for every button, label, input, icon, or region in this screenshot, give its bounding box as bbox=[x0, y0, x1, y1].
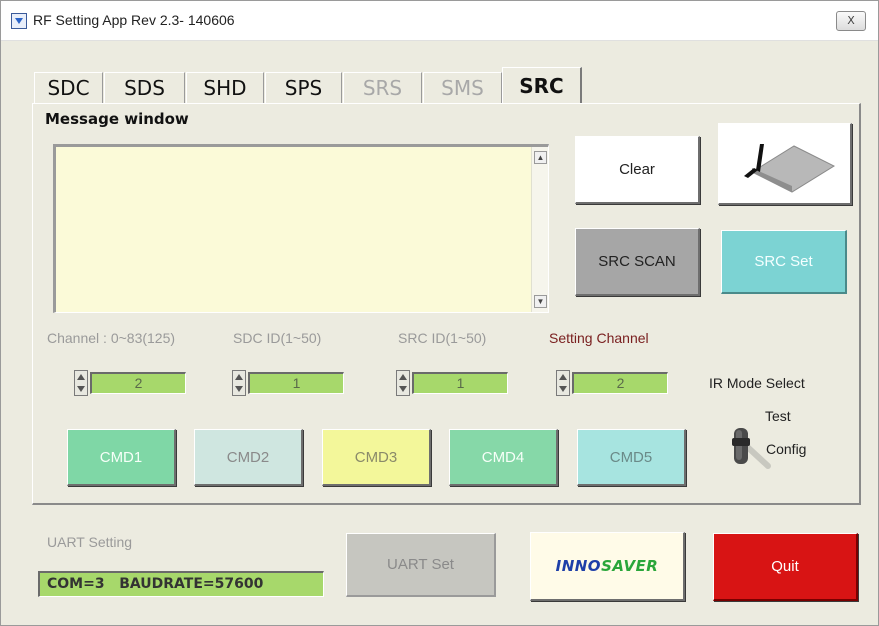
title-bar: RF Setting App Rev 2.3- 140606 X bbox=[1, 1, 878, 41]
tab-sds[interactable]: SDS bbox=[104, 72, 185, 103]
cmd4-button[interactable]: CMD4 bbox=[449, 429, 558, 486]
setting-channel-label: Setting Channel bbox=[549, 330, 649, 346]
device-image-button[interactable] bbox=[718, 123, 852, 205]
tab-shd[interactable]: SHD bbox=[186, 72, 264, 103]
app-icon bbox=[11, 13, 27, 29]
tab-src[interactable]: SRC bbox=[502, 67, 582, 104]
uart-set-button[interactable]: UART Set bbox=[346, 533, 496, 597]
cmd3-button[interactable]: CMD3 bbox=[322, 429, 431, 486]
channel-value[interactable]: 2 bbox=[90, 372, 186, 394]
logo-right-text: SAVER bbox=[601, 557, 659, 575]
tab-sps[interactable]: SPS bbox=[265, 72, 342, 103]
src-set-button[interactable]: SRC Set bbox=[721, 230, 847, 294]
tab-srs[interactable]: SRS bbox=[343, 72, 422, 103]
uart-status-readout: COM=3 BAUDRATE=57600 bbox=[38, 571, 324, 597]
ir-mode-toggle-switch[interactable] bbox=[732, 424, 771, 469]
channel-spinner[interactable]: 2 bbox=[74, 370, 186, 396]
quit-button[interactable]: Quit bbox=[713, 533, 858, 601]
cmd5-button[interactable]: CMD5 bbox=[577, 429, 686, 486]
scroll-up-icon[interactable]: ▲ bbox=[534, 151, 547, 164]
toggle-switch-icon bbox=[732, 428, 771, 469]
sdc-id-spin-arrows-icon[interactable] bbox=[232, 370, 246, 396]
src-id-label: SRC ID(1~50) bbox=[398, 330, 487, 346]
ir-mode-label: IR Mode Select bbox=[709, 375, 805, 391]
src-id-value[interactable]: 1 bbox=[412, 372, 508, 394]
setting-channel-spinner[interactable]: 2 bbox=[556, 370, 668, 396]
src-id-spin-arrows-icon[interactable] bbox=[396, 370, 410, 396]
message-scrollbar[interactable]: ▲ ▼ bbox=[531, 147, 548, 312]
sdc-id-value[interactable]: 1 bbox=[248, 372, 344, 394]
message-window[interactable]: ▲ ▼ bbox=[53, 144, 549, 313]
setting-channel-spin-arrows-icon[interactable] bbox=[556, 370, 570, 396]
channel-label: Channel : 0~83(125) bbox=[47, 330, 176, 346]
logo-left-text: INNO bbox=[555, 557, 602, 575]
clear-button[interactable]: Clear bbox=[575, 136, 700, 204]
sdc-id-spinner[interactable]: 1 bbox=[232, 370, 344, 396]
close-button[interactable]: X bbox=[836, 11, 866, 31]
close-icon: X bbox=[847, 14, 855, 27]
device-icon bbox=[743, 143, 835, 193]
channel-spin-arrows-icon[interactable] bbox=[74, 370, 88, 396]
message-window-title: Message window bbox=[45, 110, 189, 128]
app-window: RF Setting App Rev 2.3- 140606 X SDC SDS… bbox=[0, 0, 879, 626]
src-id-spinner[interactable]: 1 bbox=[396, 370, 508, 396]
cmd2-button[interactable]: CMD2 bbox=[194, 429, 303, 486]
tab-sms[interactable]: SMS bbox=[423, 72, 502, 103]
innosaver-logo: INNOSAVER bbox=[556, 557, 659, 575]
innosaver-logo-button[interactable]: INNOSAVER bbox=[530, 532, 685, 601]
uart-setting-label: UART Setting bbox=[47, 534, 133, 550]
src-scan-button[interactable]: SRC SCAN bbox=[575, 228, 700, 296]
setting-channel-value[interactable]: 2 bbox=[572, 372, 668, 394]
tab-sdc[interactable]: SDC bbox=[34, 72, 103, 103]
cmd1-button[interactable]: CMD1 bbox=[67, 429, 176, 486]
sdc-id-label: SDC ID(1~50) bbox=[233, 330, 322, 346]
window-title: RF Setting App Rev 2.3- 140606 bbox=[33, 12, 235, 28]
scroll-down-icon[interactable]: ▼ bbox=[534, 295, 547, 308]
